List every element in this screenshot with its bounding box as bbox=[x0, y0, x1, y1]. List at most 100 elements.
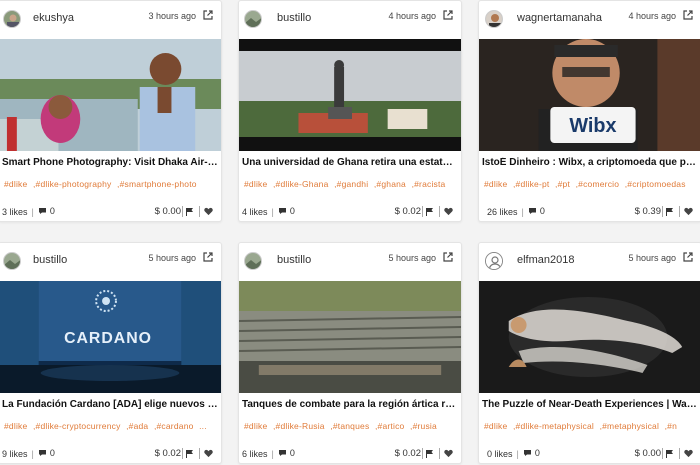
external-link-icon[interactable] bbox=[683, 10, 693, 20]
author-avatar[interactable] bbox=[244, 252, 262, 270]
tag-link[interactable]: ,#rusia bbox=[410, 421, 437, 431]
tag-link[interactable]: ,#dlike-cryptocurrency bbox=[33, 421, 121, 431]
comments[interactable]: 0 bbox=[528, 206, 545, 216]
external-link-icon[interactable] bbox=[203, 252, 213, 262]
flag-icon[interactable] bbox=[185, 207, 194, 216]
tag-link[interactable]: ... bbox=[199, 421, 207, 431]
external-link-icon[interactable] bbox=[443, 10, 453, 20]
post-thumbnail[interactable] bbox=[479, 281, 700, 393]
post-thumbnail[interactable] bbox=[239, 281, 461, 393]
comment-icon bbox=[528, 208, 536, 214]
post-title[interactable]: Smart Phone Photography: Visit Dhaka Air… bbox=[2, 157, 218, 168]
tag-list: #dlike ,#dlike-Rusia ,#tanques ,#artico … bbox=[244, 421, 456, 435]
tag-link[interactable]: #dlike bbox=[4, 421, 27, 431]
heart-icon[interactable] bbox=[204, 207, 213, 216]
flag-icon[interactable] bbox=[665, 207, 674, 216]
tag-link[interactable]: ,#comercio bbox=[576, 179, 620, 189]
tag-link[interactable]: ,#racista bbox=[412, 179, 446, 189]
card-footer: 26 likes | 0 $ 0.39 bbox=[482, 204, 697, 218]
tag-link[interactable]: ,#ada bbox=[126, 421, 148, 431]
author-avatar[interactable] bbox=[485, 252, 503, 270]
comments[interactable]: 0 bbox=[38, 448, 55, 458]
likes-label[interactable]: 0 likes bbox=[487, 449, 513, 459]
comments[interactable]: 0 bbox=[278, 206, 295, 216]
post-card[interactable]: bustillo 4 hours ago Una universidad de … bbox=[238, 0, 462, 222]
likes-label[interactable]: 3 likes bbox=[2, 207, 28, 217]
divider bbox=[679, 206, 680, 217]
heart-icon[interactable] bbox=[684, 207, 693, 216]
payout-value: $ 0.00 bbox=[154, 206, 181, 217]
post-card[interactable]: elfman2018 5 hours ago The Puzzle of Nea… bbox=[478, 242, 700, 464]
comments[interactable]: 0 bbox=[38, 206, 55, 216]
author-name[interactable]: bustillo bbox=[33, 254, 67, 266]
post-time: 5 hours ago bbox=[388, 253, 436, 263]
author-avatar[interactable] bbox=[3, 252, 21, 270]
tag-link[interactable]: ,#criptomoedas bbox=[625, 179, 686, 189]
author-name[interactable]: elfman2018 bbox=[517, 254, 575, 266]
author-avatar[interactable] bbox=[3, 10, 21, 28]
likes-label[interactable]: 4 likes bbox=[242, 207, 268, 217]
tag-link[interactable]: ,#metaphysical bbox=[600, 421, 660, 431]
tag-link[interactable]: ,#pt bbox=[555, 179, 570, 189]
tag-link[interactable]: ,#tanques bbox=[330, 421, 369, 431]
post-title[interactable]: Tanques de combate para la región ártica… bbox=[242, 399, 458, 410]
heart-icon[interactable] bbox=[444, 449, 453, 458]
post-thumbnail[interactable]: CARDANO bbox=[0, 281, 221, 393]
post-card[interactable]: wagnertamanaha 4 hours ago Wibx IstoÉ Di… bbox=[478, 0, 700, 222]
wibx-logo-text: Wibx bbox=[569, 115, 616, 137]
post-title[interactable]: La Fundación Cardano [ADA] elige nuevos … bbox=[2, 399, 218, 410]
tag-link[interactable]: ,#ghana bbox=[374, 179, 406, 189]
tag-link[interactable]: ,#gandhi bbox=[334, 179, 368, 189]
tag-link[interactable]: ,#cardano bbox=[154, 421, 194, 431]
author-name[interactable]: wagnertamanaha bbox=[517, 12, 602, 24]
tag-link[interactable]: #dlike bbox=[484, 421, 507, 431]
likes-label[interactable]: 6 likes bbox=[242, 449, 268, 459]
tag-list: #dlike ,#dlike-cryptocurrency ,#ada ,#ca… bbox=[4, 421, 216, 435]
flag-icon[interactable] bbox=[425, 207, 434, 216]
post-title[interactable]: The Puzzle of Near-Death Experiences | W… bbox=[482, 399, 698, 410]
flag-icon[interactable] bbox=[665, 449, 674, 458]
post-title[interactable]: IstoÉ Dinheiro : Wibx, a criptomoeda que… bbox=[482, 157, 698, 168]
likes-label[interactable]: 9 likes bbox=[2, 449, 28, 459]
tag-link[interactable]: ,#dlike-pt bbox=[513, 179, 550, 189]
author-avatar[interactable] bbox=[485, 10, 503, 28]
author-avatar[interactable] bbox=[244, 10, 262, 28]
tag-link[interactable]: #dlike bbox=[244, 421, 267, 431]
post-card[interactable]: bustillo 5 hours ago CARDANO La Fundació… bbox=[0, 242, 222, 464]
post-thumbnail[interactable] bbox=[239, 39, 461, 151]
tag-link[interactable]: ,#dlike-Ghana bbox=[273, 179, 329, 189]
tag-link[interactable]: ,#n bbox=[665, 421, 677, 431]
post-time: 4 hours ago bbox=[628, 11, 676, 21]
tag-link[interactable]: ,#smartphone-photo bbox=[117, 179, 197, 189]
tag-link[interactable]: ,#dlike-photography bbox=[33, 179, 111, 189]
author-name[interactable]: bustillo bbox=[277, 12, 311, 24]
card-header: bustillo 5 hours ago bbox=[239, 243, 461, 281]
tag-link[interactable]: #dlike bbox=[484, 179, 507, 189]
likes-count: 26 likes | 0 bbox=[487, 206, 545, 217]
heart-icon[interactable] bbox=[204, 449, 213, 458]
payout-value: $ 0.02 bbox=[394, 448, 421, 459]
tag-link[interactable]: #dlike bbox=[4, 179, 27, 189]
tag-link[interactable]: ,#dlike-metaphysical bbox=[513, 421, 594, 431]
author-name[interactable]: bustillo bbox=[277, 254, 311, 266]
flag-icon[interactable] bbox=[425, 449, 434, 458]
card-footer: 0 likes | 0 $ 0.00 bbox=[482, 446, 697, 460]
post-card[interactable]: ekushya 3 hours ago Smart Phone Photogra… bbox=[0, 0, 222, 222]
author-name[interactable]: ekushya bbox=[33, 12, 74, 24]
external-link-icon[interactable] bbox=[203, 10, 213, 20]
likes-label[interactable]: 26 likes bbox=[487, 207, 518, 217]
post-title[interactable]: Una universidad de Ghana retira una esta… bbox=[242, 157, 458, 168]
post-thumbnail[interactable]: Wibx bbox=[479, 39, 700, 151]
post-thumbnail[interactable] bbox=[0, 39, 221, 151]
heart-icon[interactable] bbox=[684, 449, 693, 458]
external-link-icon[interactable] bbox=[443, 252, 453, 262]
tag-link[interactable]: ,#artico bbox=[375, 421, 404, 431]
tag-link[interactable]: #dlike bbox=[244, 179, 267, 189]
post-card[interactable]: bustillo 5 hours ago Tanques de combate … bbox=[238, 242, 462, 464]
tag-link[interactable]: ,#dlike-Rusia bbox=[273, 421, 325, 431]
heart-icon[interactable] bbox=[444, 207, 453, 216]
comments[interactable]: 0 bbox=[523, 448, 540, 458]
comments[interactable]: 0 bbox=[278, 448, 295, 458]
external-link-icon[interactable] bbox=[683, 252, 693, 262]
flag-icon[interactable] bbox=[185, 449, 194, 458]
